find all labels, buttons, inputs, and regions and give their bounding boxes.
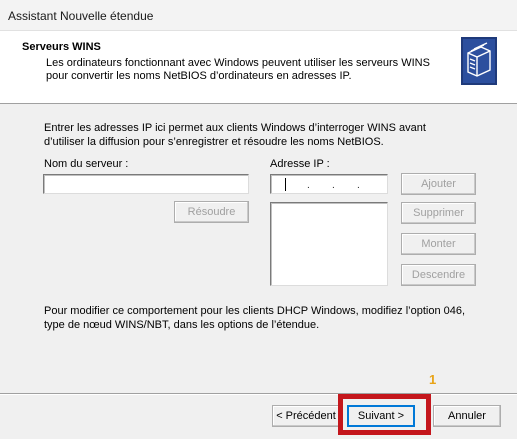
cancel-button[interactable]: Annuler [433, 405, 501, 427]
annotation-step-number: 1 [429, 372, 437, 387]
move-up-button[interactable]: Monter [401, 233, 476, 255]
server-name-input[interactable] [43, 174, 249, 194]
window-title: Assistant Nouvelle étendue [8, 9, 154, 23]
page-description: Les ordinateurs fonctionnant avec Window… [46, 57, 430, 82]
ip-address-list[interactable] [270, 202, 388, 286]
ip-address-label: Adresse IP : [270, 158, 330, 170]
back-button[interactable]: < Précédent [272, 405, 340, 427]
add-button[interactable]: Ajouter [401, 173, 476, 195]
remove-button[interactable]: Supprimer [401, 202, 476, 224]
annotation-highlight-box [338, 394, 431, 435]
resolve-button[interactable]: Résoudre [174, 201, 249, 223]
intro-text: Entrer les adresses IP ici permet aux cl… [44, 122, 426, 148]
wizard-header: Serveurs WINS Les ordinateurs fonctionna… [0, 31, 517, 104]
divider [0, 393, 517, 395]
wins-server-icon [461, 37, 497, 85]
title-bar: Assistant Nouvelle étendue [0, 0, 517, 31]
footer-note: Pour modifier ce comportement pour les c… [44, 305, 466, 331]
page-title: Serveurs WINS [22, 41, 101, 53]
server-name-label: Nom du serveur : [44, 158, 129, 170]
text-caret [285, 178, 286, 191]
move-down-button[interactable]: Descendre [401, 264, 476, 286]
ip-address-input[interactable]: . . . [270, 174, 388, 194]
